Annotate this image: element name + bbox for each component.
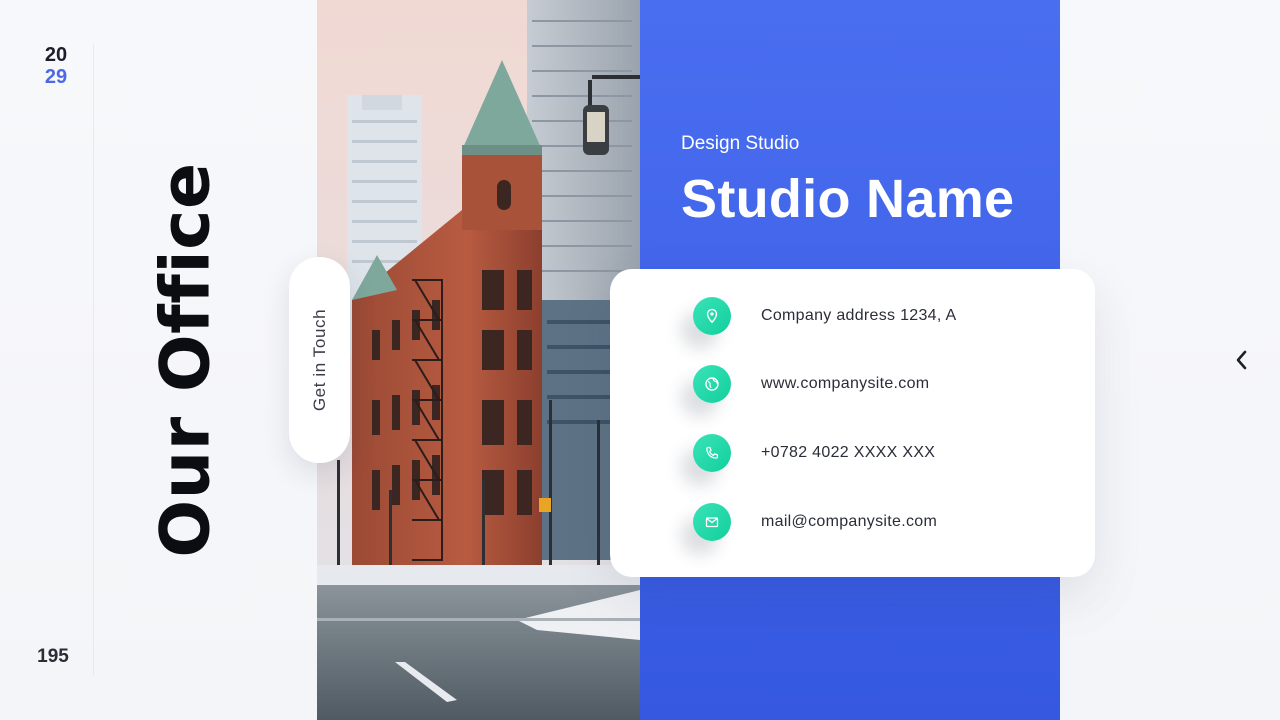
year-label: 20 29	[36, 44, 76, 88]
mail-icon	[693, 503, 731, 541]
contact-address-text: Company address 1234, A	[761, 307, 957, 324]
page-number: 195	[37, 646, 69, 667]
contact-website-text: www.companysite.com	[761, 375, 930, 392]
globe-icon	[693, 365, 731, 403]
year-bottom: 29	[44, 66, 68, 88]
phone-icon	[693, 434, 731, 472]
chevron-left-icon[interactable]	[1228, 345, 1256, 375]
location-pin-icon	[693, 297, 731, 335]
slide: 20 29 195 Our Office Design Studio Studi…	[0, 0, 1280, 720]
contact-phone[interactable]: +0782 4022 XXXX XXX	[693, 433, 935, 473]
contact-email[interactable]: mail@companysite.com	[693, 502, 937, 542]
subtitle: Design Studio	[681, 133, 800, 154]
contact-card: Company address 1234, A www.companysite.…	[610, 269, 1095, 577]
get-in-touch-label: Get in Touch	[309, 308, 329, 412]
contact-address: Company address 1234, A	[693, 296, 956, 336]
contact-website[interactable]: www.companysite.com	[693, 364, 929, 404]
year-top: 20	[44, 44, 68, 66]
get-in-touch-pill[interactable]: Get in Touch	[289, 257, 350, 463]
contact-phone-text: +0782 4022 XXXX XXX	[761, 444, 936, 461]
studio-name: Studio Name	[681, 169, 1015, 229]
office-photo	[317, 0, 640, 720]
contact-email-text: mail@companysite.com	[761, 513, 938, 530]
page-title: Our Office	[146, 162, 226, 558]
rail-divider	[93, 44, 94, 676]
